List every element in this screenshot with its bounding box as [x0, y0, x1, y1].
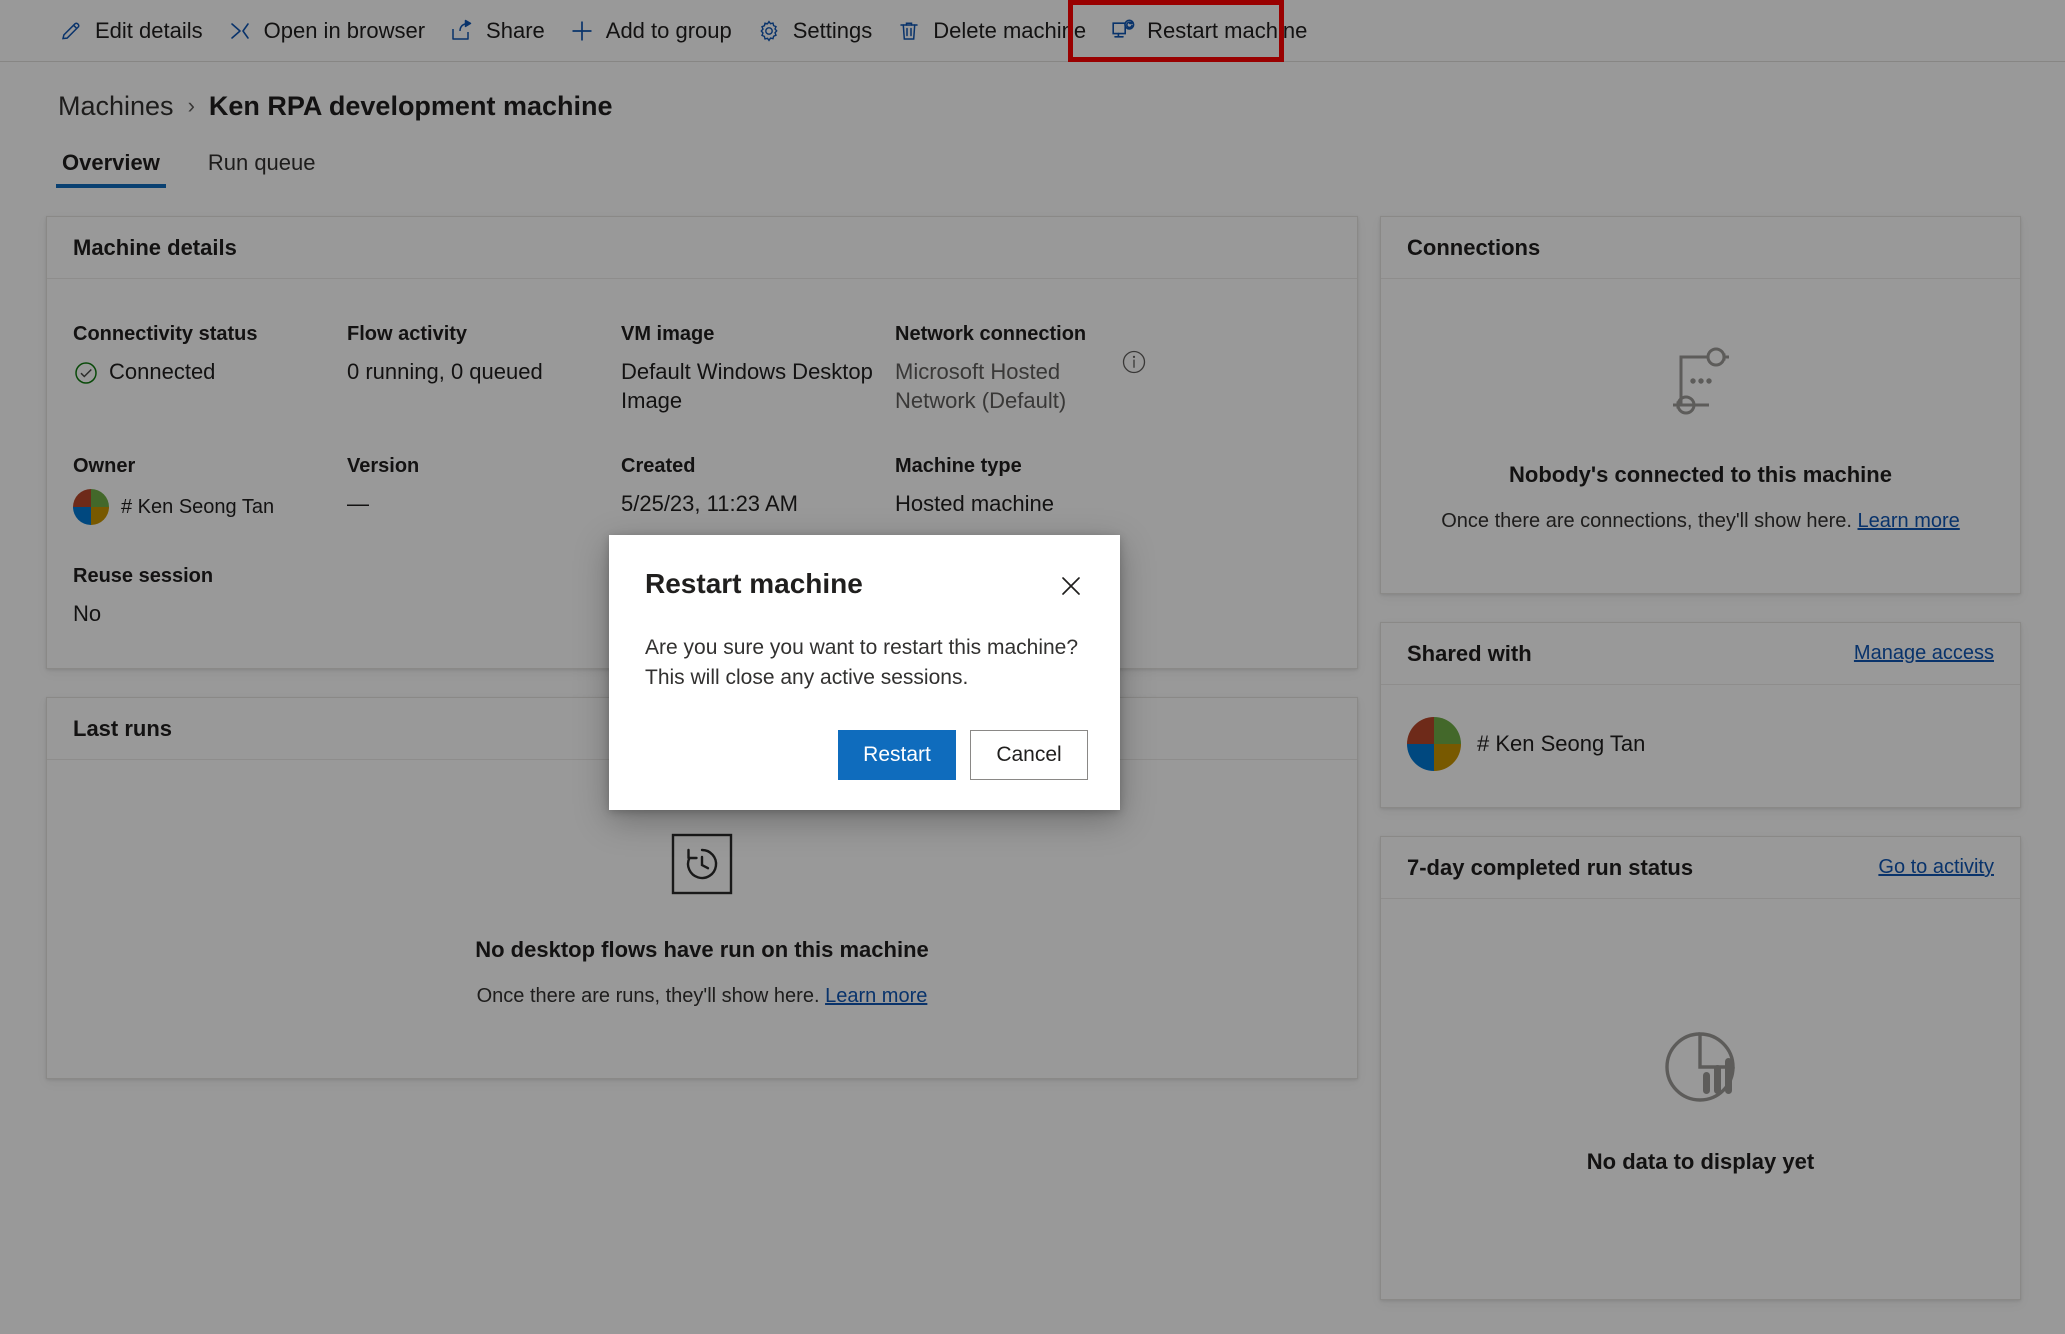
dialog-actions: Restart Cancel [645, 729, 1088, 780]
dialog-message: Are you sure you want to restart this ma… [645, 636, 1079, 690]
cancel-button[interactable]: Cancel [970, 729, 1088, 780]
restart-machine-dialog: Restart machine Are you sure you want to… [609, 535, 1120, 810]
restart-confirm-button[interactable]: Restart [838, 729, 956, 780]
dialog-header: Restart machine [645, 567, 1088, 603]
close-icon[interactable] [1054, 569, 1088, 603]
dialog-title: Restart machine [645, 568, 863, 599]
